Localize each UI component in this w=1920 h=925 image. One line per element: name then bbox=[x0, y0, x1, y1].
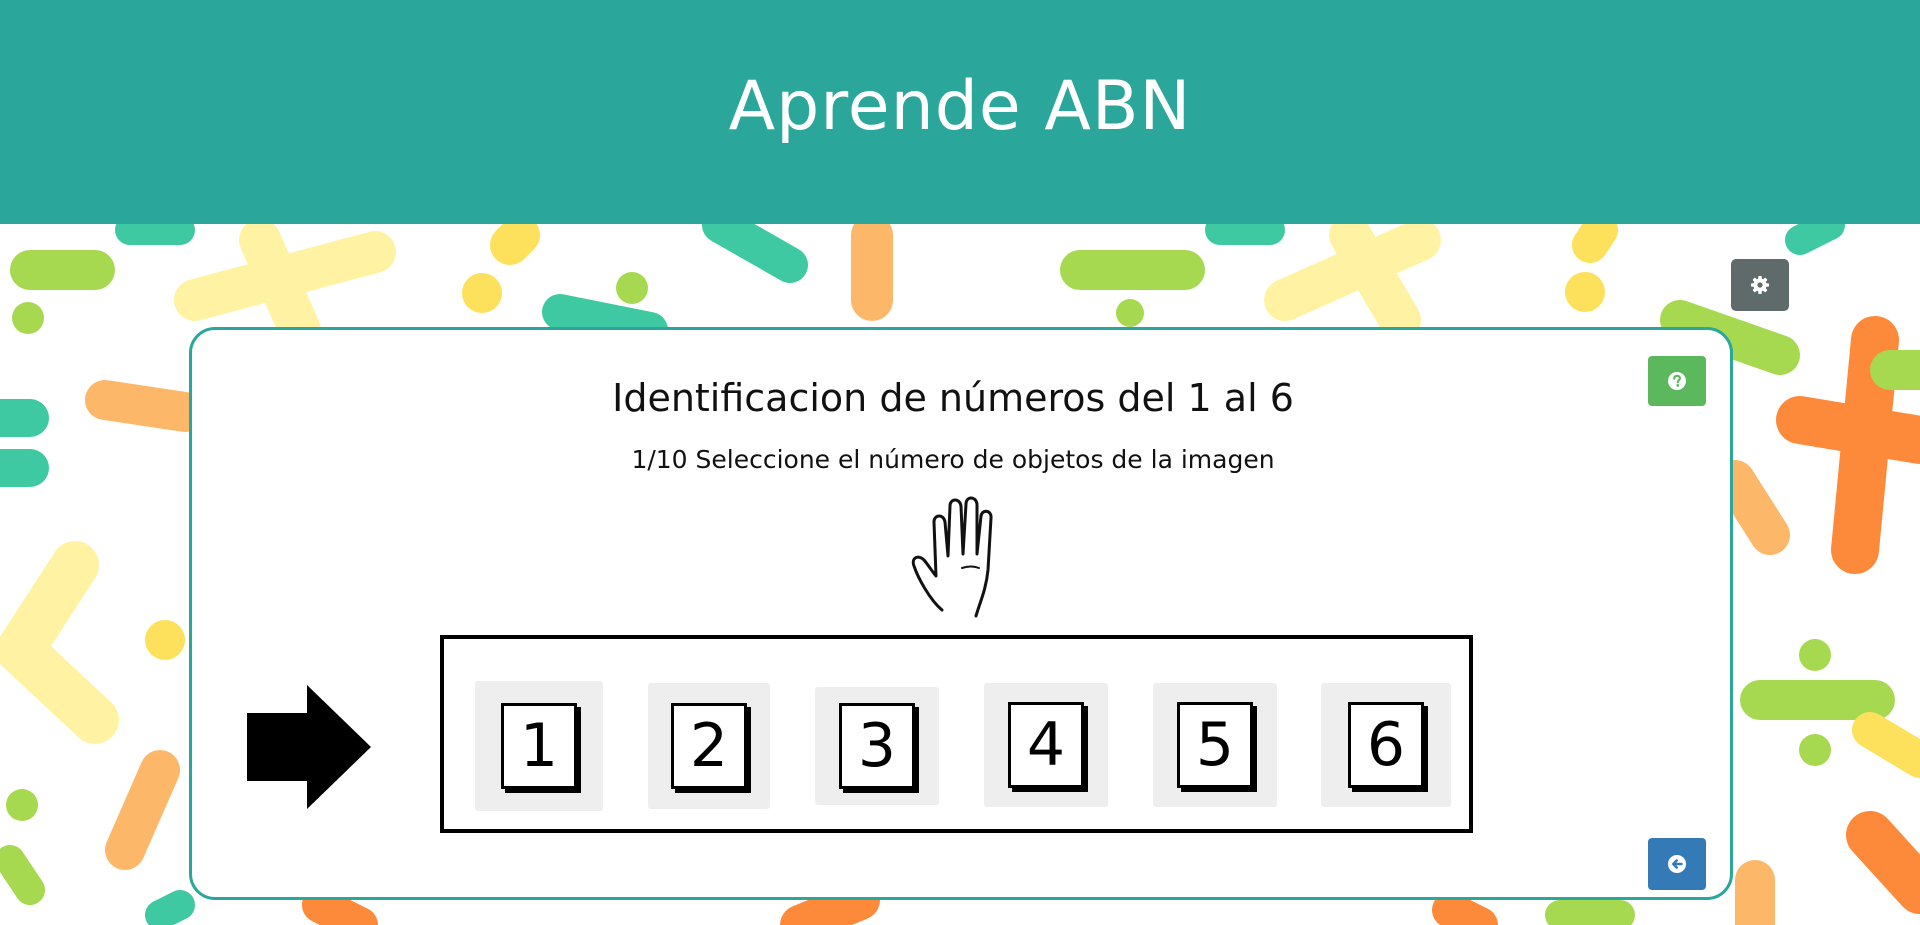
option-2[interactable]: 2 bbox=[648, 683, 770, 809]
arrow-left-icon bbox=[1668, 855, 1686, 873]
option-label: 5 bbox=[1195, 710, 1235, 780]
app-header: Aprende ABN bbox=[0, 0, 1920, 224]
app-title: Aprende ABN bbox=[728, 66, 1192, 146]
number-card: 2 bbox=[671, 703, 747, 789]
option-4[interactable]: 4 bbox=[984, 683, 1108, 807]
option-label: 1 bbox=[519, 711, 559, 781]
option-6[interactable]: 6 bbox=[1321, 683, 1451, 807]
number-card: 5 bbox=[1177, 702, 1253, 788]
option-label: 2 bbox=[689, 711, 729, 781]
arrow-right-icon bbox=[247, 685, 371, 809]
settings-button[interactable] bbox=[1731, 259, 1789, 311]
back-button[interactable] bbox=[1648, 838, 1706, 890]
option-label: 3 bbox=[857, 711, 897, 781]
number-card: 1 bbox=[501, 703, 577, 789]
activity-instruction: 1/10 Seleccione el número de objetos de … bbox=[631, 445, 1275, 474]
activity-title: Identificacion de números del 1 al 6 bbox=[612, 376, 1294, 420]
option-label: 6 bbox=[1366, 710, 1406, 780]
gear-icon bbox=[1751, 276, 1769, 294]
option-1[interactable]: 1 bbox=[475, 681, 603, 811]
activity-panel: Identificacion de números del 1 al 6 1/1… bbox=[189, 327, 1733, 900]
number-card: 4 bbox=[1008, 702, 1084, 788]
answer-options: 1 2 3 4 5 6 bbox=[440, 635, 1473, 833]
option-5[interactable]: 5 bbox=[1153, 683, 1277, 807]
hand-icon bbox=[911, 496, 993, 618]
option-3[interactable]: 3 bbox=[815, 687, 939, 805]
option-label: 4 bbox=[1026, 710, 1066, 780]
number-card: 3 bbox=[839, 703, 915, 789]
number-card: 6 bbox=[1348, 702, 1424, 788]
